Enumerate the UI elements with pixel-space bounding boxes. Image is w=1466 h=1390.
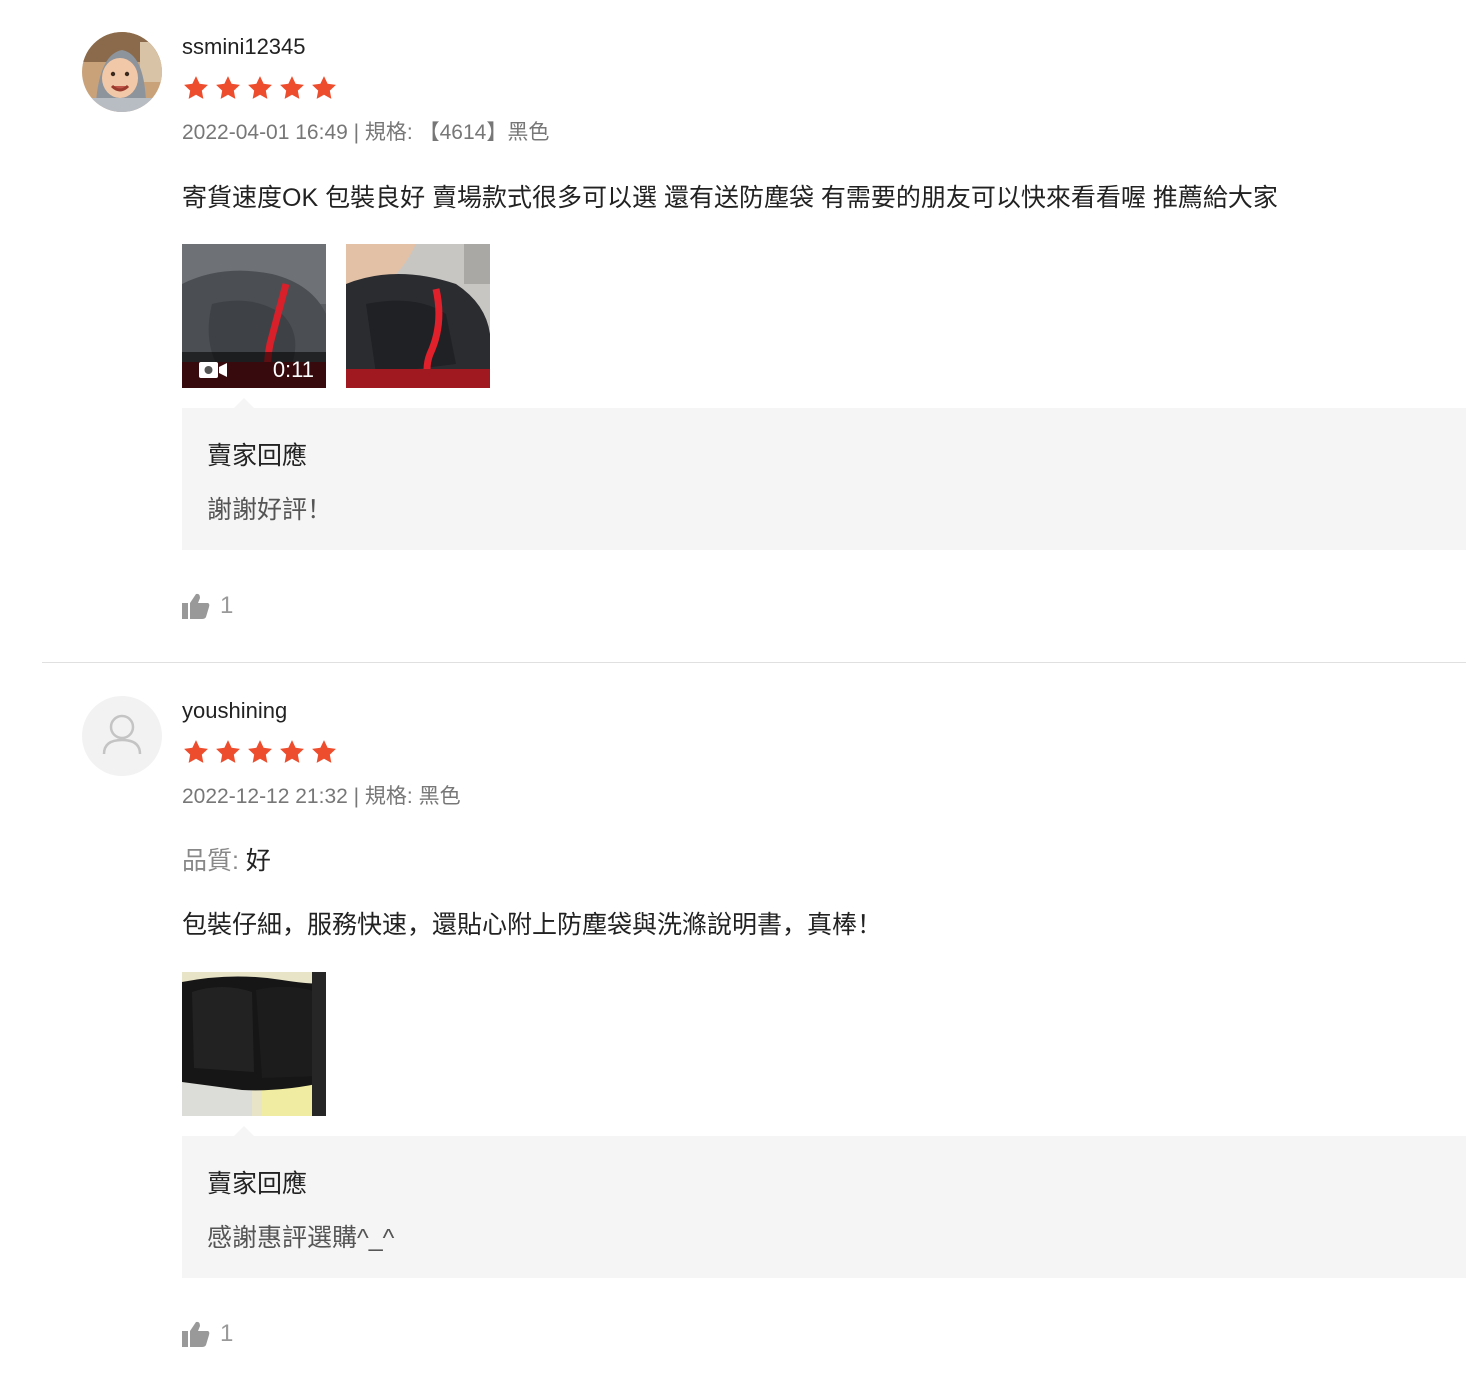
thumbs-up-icon xyxy=(182,1321,210,1347)
review-media xyxy=(182,972,326,1116)
like-count: 1 xyxy=(220,592,234,619)
like-button[interactable]: 1 xyxy=(182,1320,233,1348)
review-video-thumbnail[interactable]: 0:11 xyxy=(182,244,326,388)
user-avatar[interactable] xyxy=(82,32,162,112)
review-text: 包裝仔細，服務快速，還貼心附上防塵袋與洗滌說明書，真棒！ xyxy=(182,911,883,939)
star-icon xyxy=(248,740,272,763)
like-button[interactable]: 1 xyxy=(182,592,233,620)
star-icon xyxy=(280,76,304,99)
star-icon xyxy=(312,76,336,99)
review-date-variation: 2022-04-01 16:49 | 規格: 【4614】黑色 xyxy=(182,121,550,144)
quality-label: 品質: xyxy=(182,847,239,875)
baby-photo-icon xyxy=(82,32,162,112)
user-placeholder-icon xyxy=(102,714,142,755)
user-avatar[interactable] xyxy=(82,696,162,776)
thumbs-up-icon xyxy=(182,593,210,619)
star-icon xyxy=(184,740,208,763)
garment-photo xyxy=(182,972,326,1116)
star-icon xyxy=(280,740,304,763)
seller-reply: 賣家回應 謝謝好評！ xyxy=(182,398,1466,550)
star-icon xyxy=(216,76,240,99)
star-icon xyxy=(216,740,240,763)
seller-reply-title: 賣家回應 xyxy=(207,442,308,470)
video-duration: 0:11 xyxy=(272,357,314,382)
seller-reply: 賣家回應 感謝惠評選購^_^ xyxy=(182,1126,1466,1278)
review-item: ssmini12345 2022-04-01 16:49 | 規格: 【4614… xyxy=(0,0,1466,662)
star-icon xyxy=(184,76,208,99)
garment-photo xyxy=(346,244,490,388)
seller-reply-text: 謝謝好評！ xyxy=(207,496,333,524)
review-text: 寄貨速度OK 包裝良好 賣場款式很多可以選 還有送防塵袋 有需要的朋友可以快來看… xyxy=(182,184,1278,212)
rating-stars xyxy=(182,738,338,766)
like-count: 1 xyxy=(220,1320,234,1347)
reply-caret xyxy=(234,398,254,408)
seller-reply-text: 感謝惠評選購^_^ xyxy=(207,1224,395,1252)
review-date-variation: 2022-12-12 21:32 | 規格: 黑色 xyxy=(182,785,461,808)
reviewer-name[interactable]: youshining xyxy=(182,698,287,724)
video-camera-icon xyxy=(199,362,227,378)
review-item: youshining 2022-12-12 21:32 | 規格: 黑色 品質:… xyxy=(0,663,1466,1390)
quality-attribute: 品質: 好 xyxy=(182,841,271,877)
review-media: 0:11 xyxy=(182,244,490,388)
reply-caret xyxy=(234,1126,254,1136)
reviewer-name[interactable]: ssmini12345 xyxy=(182,34,306,60)
video-overlay: 0:11 xyxy=(182,352,326,388)
star-icon xyxy=(312,740,336,763)
review-image-thumbnail[interactable] xyxy=(182,972,326,1116)
star-icon xyxy=(248,76,272,99)
rating-stars xyxy=(182,74,338,102)
seller-reply-title: 賣家回應 xyxy=(207,1170,308,1198)
quality-value: 好 xyxy=(238,847,271,875)
review-image-thumbnail[interactable] xyxy=(346,244,490,388)
